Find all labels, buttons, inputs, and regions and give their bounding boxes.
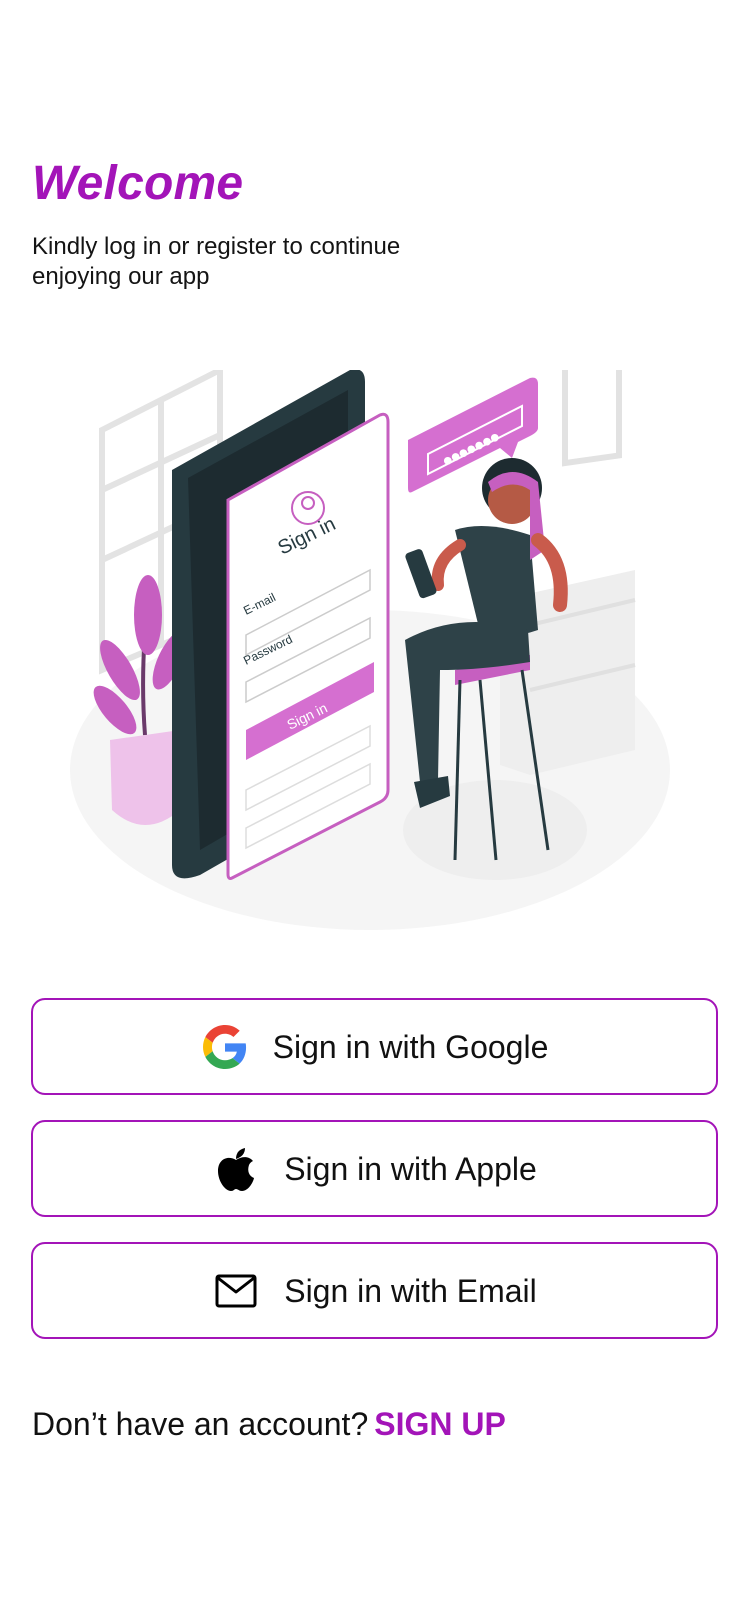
welcome-subtitle: Kindly log in or register to continue en… xyxy=(32,233,401,290)
sign-in-email-label: Sign in with Email xyxy=(284,1272,537,1309)
google-icon xyxy=(201,1023,249,1071)
signup-prompt: Don’t have an account? SIGN UP xyxy=(32,1404,506,1444)
sign-up-link[interactable]: SIGN UP xyxy=(374,1406,506,1442)
apple-icon xyxy=(212,1145,260,1193)
sign-in-email-button[interactable]: Sign in with Email xyxy=(31,1242,718,1339)
signup-prompt-text: Don’t have an account? xyxy=(32,1406,369,1442)
sign-in-google-button[interactable]: Sign in with Google xyxy=(31,998,718,1095)
sign-in-illustration: Sign in E-mail Password Sign in ●●●●●●● xyxy=(70,370,670,930)
welcome-title: Welcome xyxy=(32,157,244,210)
sign-in-google-label: Sign in with Google xyxy=(272,1028,549,1065)
sign-in-apple-button[interactable]: Sign in with Apple xyxy=(31,1120,718,1217)
sign-in-apple-label: Sign in with Apple xyxy=(284,1150,537,1187)
mail-icon xyxy=(212,1267,260,1315)
